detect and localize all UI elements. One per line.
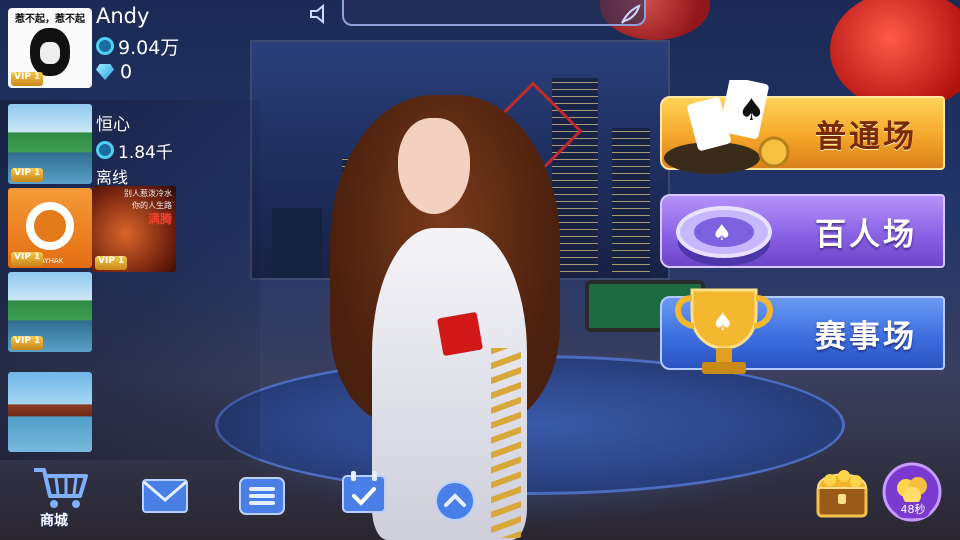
hundred-mode-button[interactable]: ♠ 百人场	[660, 194, 945, 268]
friend-status: 离线	[96, 168, 129, 187]
diamond-amount: 0	[120, 61, 133, 83]
friend-coin-amount: 1.84千	[118, 142, 173, 163]
coin-amount: 9.04万	[118, 36, 180, 59]
list-item[interactable]: VIP 1	[8, 104, 92, 184]
lantern-right	[830, 0, 960, 110]
list-item[interactable]	[8, 372, 92, 452]
player-coins: 9.04万	[96, 34, 180, 59]
vip-badge: VIP 1	[11, 336, 44, 350]
chevron-up-icon[interactable]	[434, 480, 476, 522]
player-name: Andy	[96, 4, 150, 28]
friend-coins: 1.84千	[96, 138, 173, 163]
mode-label: 百人场	[815, 216, 917, 253]
mode-label: 赛事场	[815, 318, 917, 355]
feather-icon[interactable]	[618, 3, 642, 25]
vip-badge: VIP 1	[11, 252, 44, 266]
red-envelope	[437, 311, 483, 357]
cards-icon: ♠	[664, 80, 790, 174]
list-item[interactable]: VIP 1	[8, 272, 92, 352]
svg-text:♠: ♠	[738, 93, 765, 128]
treasure-chest-icon[interactable]	[812, 462, 872, 520]
friend-name: 恒心	[96, 115, 130, 135]
club-logo-icon	[26, 202, 74, 250]
coin-icon	[96, 37, 114, 55]
vip-badge: VIP 1	[11, 72, 44, 86]
trophy-icon: ♠	[675, 288, 773, 374]
mode-label: 普通场	[815, 118, 917, 155]
coin-icon	[96, 141, 114, 159]
timer-label: 48秒	[896, 502, 930, 518]
menu-icon[interactable]	[238, 476, 286, 516]
avatar-caption: 惹不起，惹不起	[15, 14, 85, 25]
mail-icon[interactable]	[140, 476, 190, 516]
vip-badge: VIP 1	[11, 168, 44, 182]
tournament-mode-button[interactable]: ♠ 赛事场	[660, 288, 945, 374]
list-item[interactable]: LAYHAK VIP 1	[8, 188, 92, 268]
svg-text:♠: ♠	[712, 221, 732, 246]
normal-mode-button[interactable]: ♠ 普通场	[660, 80, 945, 174]
fist-text-3: 满腾	[147, 212, 172, 226]
diamond-icon	[96, 64, 114, 80]
panda-meme-image	[30, 28, 70, 76]
player-diamonds: 0	[96, 60, 132, 84]
announcement-bar[interactable]	[342, 0, 646, 26]
svg-text:♠: ♠	[712, 308, 734, 336]
character-face	[398, 118, 470, 214]
vip-badge: VIP 1	[95, 256, 128, 270]
player-avatar[interactable]: 惹不起，惹不起 VIP 1	[8, 8, 92, 88]
shopping-cart-icon[interactable]	[32, 466, 90, 510]
speaker-icon[interactable]	[308, 3, 332, 25]
poker-chip-icon: ♠	[676, 206, 772, 266]
shop-label[interactable]: 商城	[40, 510, 68, 530]
fist-text-1: 别人惹泼冷水	[124, 189, 172, 198]
calendar-icon[interactable]	[340, 470, 388, 514]
fist-card[interactable]: 别人惹泼冷水 你的人生路 满腾 VIP 1	[92, 186, 176, 272]
